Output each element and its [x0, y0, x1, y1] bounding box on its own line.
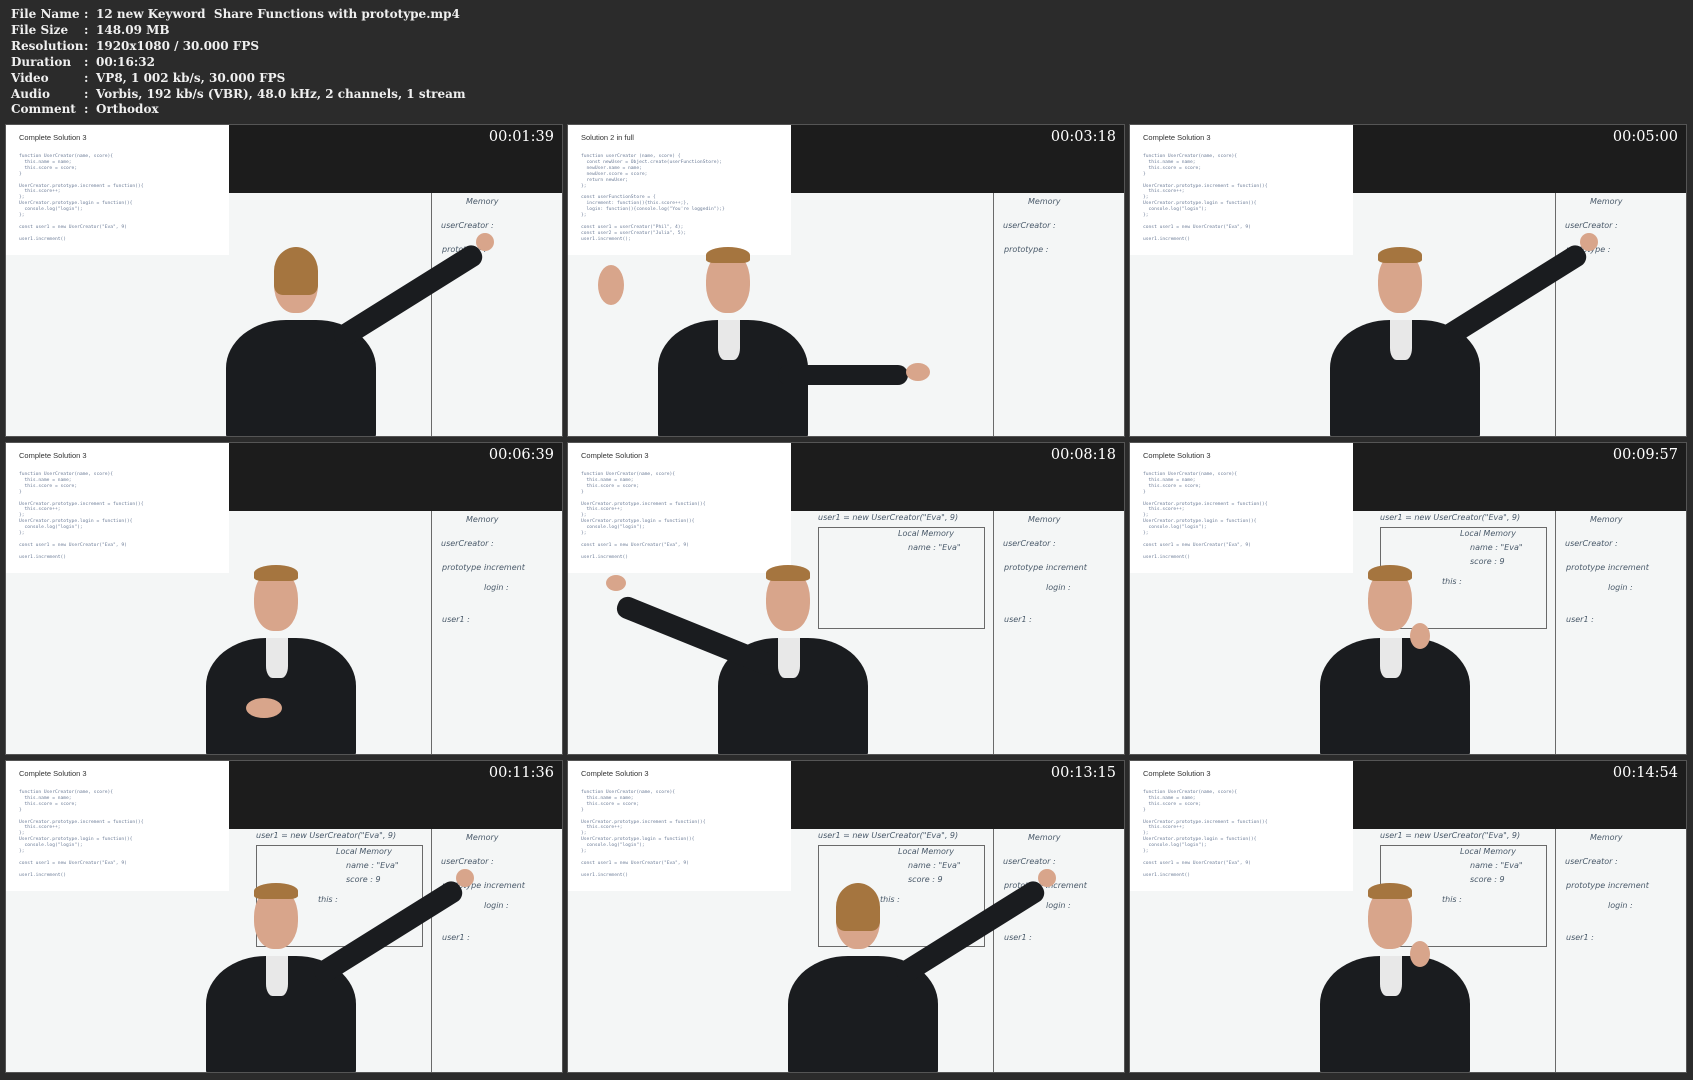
- file-info-row: File Size:148.09 MB: [11, 22, 170, 37]
- presenter-shirt: [778, 638, 800, 678]
- video-thumbnail[interactable]: MemoryuserCreator :prototype :incrementl…: [1130, 761, 1686, 1072]
- presenter-hand: [1410, 941, 1430, 967]
- presenter-hand: [598, 265, 624, 305]
- file-info-row: Duration:00:16:32: [11, 54, 155, 69]
- video-thumbnail[interactable]: MemoryuserCreator :prototype :Complete S…: [1130, 125, 1686, 436]
- presenter-arm: [613, 593, 780, 678]
- presenter-arm: [310, 877, 466, 987]
- presenter-hair: [766, 565, 810, 581]
- file-info-value: 1920x1080 / 30.000 FPS: [96, 38, 260, 53]
- presenter-figure: [6, 125, 562, 436]
- file-info-row: File Name:12 new Keyword Share Functions…: [11, 7, 460, 21]
- presenter-hand: [476, 233, 494, 251]
- file-info-row: Video: VP8, 1 002 kb/s, 30.000 FPS: [11, 70, 286, 85]
- file-info-key: Duration: [11, 54, 72, 69]
- presenter-hair: [1368, 883, 1412, 899]
- presenter-arm: [1434, 241, 1590, 351]
- presenter-hand: [1580, 233, 1598, 251]
- file-info-key: Video: [11, 70, 49, 85]
- file-info-key: File Size: [11, 22, 69, 37]
- file-info-value: 148.09 MB: [96, 22, 170, 37]
- presenter-hand: [1410, 623, 1430, 649]
- video-thumbnail[interactable]: MemoryuserCreator :prototype :incrementl…: [6, 761, 562, 1072]
- video-thumbnail[interactable]: MemoryuserCreator :prototype :incrementl…: [1130, 443, 1686, 754]
- presenter-shirt: [718, 320, 740, 360]
- file-info-key: Audio: [11, 86, 50, 101]
- presenter-hair: [1378, 247, 1422, 263]
- presenter-hair: [706, 247, 750, 263]
- video-thumbnail[interactable]: MemoryuserCreator :prototype :incrementl…: [568, 761, 1124, 1072]
- file-info-panel: File Name:12 new Keyword Share Functions…: [11, 7, 466, 118]
- file-info-row: Audio: Vorbis, 192 kb/s (VBR), 48.0 kHz, …: [11, 86, 466, 101]
- presenter-hand: [906, 363, 930, 381]
- presenter-shirt: [1380, 956, 1402, 996]
- file-info-value: Vorbis, 192 kb/s (VBR), 48.0 kHz, 2 chan…: [96, 86, 466, 101]
- video-thumbnail[interactable]: MemoryuserCreator :prototype :Complete S…: [6, 125, 562, 436]
- presenter-figure: [1130, 125, 1686, 436]
- file-info-value: Orthodox: [96, 102, 159, 117]
- presenter-hair: [836, 883, 880, 931]
- file-info-value: 00:16:32: [96, 54, 155, 69]
- presenter-figure: [6, 443, 562, 754]
- file-info-key: File Name: [11, 7, 80, 21]
- presenter-arm: [778, 365, 908, 385]
- presenter-hair: [254, 883, 298, 899]
- presenter-hair: [274, 247, 318, 295]
- presenter-shirt: [266, 638, 288, 678]
- file-info-row: Resolution:1920x1080 / 30.000 FPS: [11, 38, 260, 53]
- presenter-hair: [254, 565, 298, 581]
- video-thumbnail[interactable]: MemoryuserCreator :prototype :incrementl…: [6, 443, 562, 754]
- presenter-figure: [1130, 443, 1686, 754]
- file-info-value: VP8, 1 002 kb/s, 30.000 FPS: [96, 70, 286, 85]
- video-thumbnail[interactable]: Memory userCreator : prototype : Solution 2…: [568, 125, 1124, 436]
- presenter-arm: [330, 241, 486, 351]
- presenter-figure: [568, 761, 1124, 1072]
- presenter-figure: [1130, 761, 1686, 1072]
- presenter-hand: [246, 698, 282, 718]
- presenter-shirt: [266, 956, 288, 996]
- file-info-row: Comment: Orthodox: [11, 102, 159, 117]
- presenter-figure: [568, 443, 1124, 754]
- presenter-hair: [1368, 565, 1412, 581]
- presenter-hand: [606, 575, 626, 591]
- file-info-key: Resolution: [11, 38, 84, 53]
- presenter-shirt: [1390, 320, 1412, 360]
- presenter-arm: [892, 877, 1048, 987]
- file-info-value: 12 new Keyword Share Functions with prot…: [96, 7, 460, 21]
- video-thumbnail[interactable]: MemoryuserCreator :prototype :incrementl…: [568, 443, 1124, 754]
- presenter-hand: [456, 869, 474, 887]
- presenter-figure: [568, 125, 1124, 436]
- presenter-shirt: [1380, 638, 1402, 678]
- file-info-key: Comment: [11, 102, 76, 117]
- presenter-hand: [1038, 869, 1056, 887]
- presenter-figure: [6, 761, 562, 1072]
